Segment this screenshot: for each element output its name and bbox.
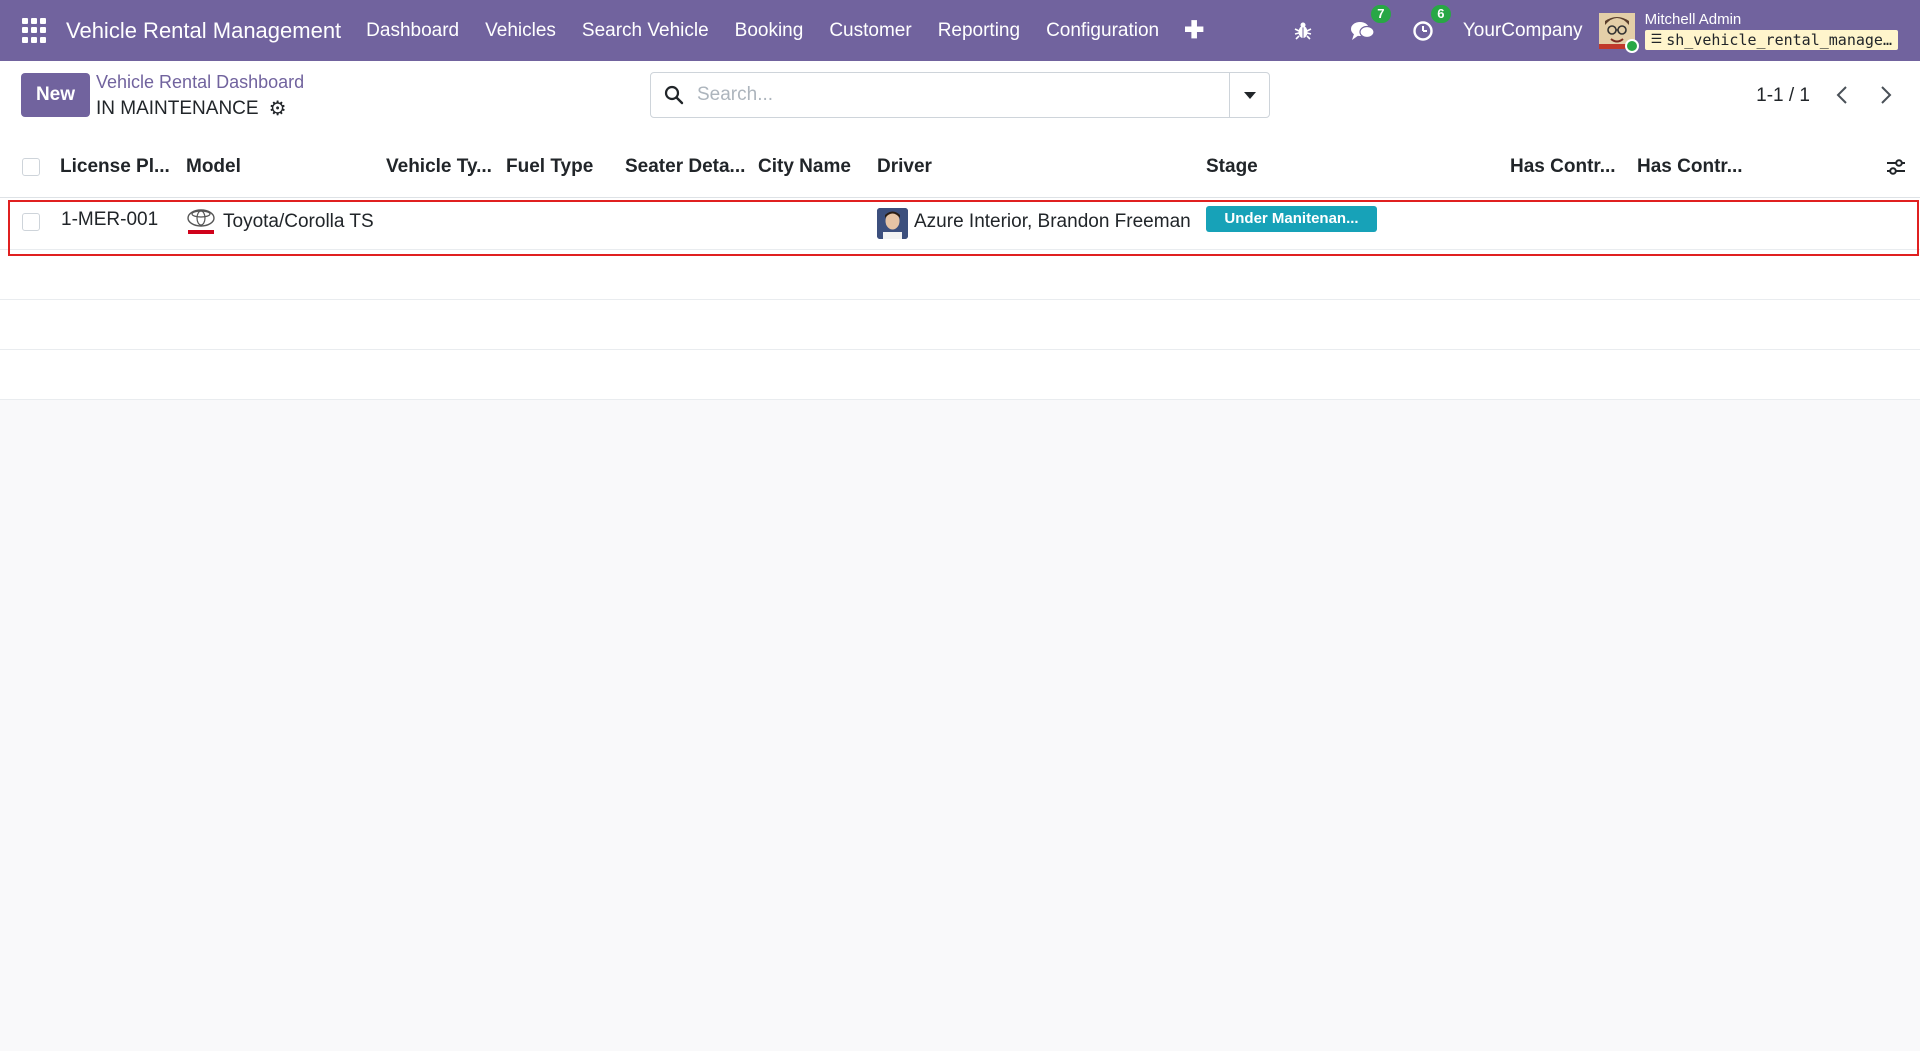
user-menu[interactable]: Mitchell Admin ☰ sh_vehicle_rental_manag…: [1644, 10, 1898, 50]
apps-menu-icon[interactable]: [22, 17, 48, 44]
new-button[interactable]: New: [21, 73, 90, 117]
empty-row: [0, 350, 1920, 400]
column-header-license-plate[interactable]: License Pl...: [60, 156, 172, 178]
column-header-driver[interactable]: Driver: [877, 156, 1057, 178]
column-header-model[interactable]: Model: [186, 156, 366, 178]
breadcrumb-current: IN MAINTENANCE ⚙: [96, 96, 287, 121]
column-header-city-name[interactable]: City Name: [758, 156, 868, 178]
breadcrumb-parent[interactable]: Vehicle Rental Dashboard: [96, 72, 304, 93]
database-name: sh_vehicle_rental_manage…: [1666, 30, 1892, 49]
database-tag: ☰ sh_vehicle_rental_manage…: [1644, 29, 1898, 50]
messages-count-badge: 7: [1370, 4, 1391, 23]
messages-icon[interactable]: 7: [1349, 4, 1391, 45]
column-header-fuel-type[interactable]: Fuel Type: [506, 156, 616, 178]
company-switcher[interactable]: YourCompany: [1463, 20, 1583, 42]
user-avatar[interactable]: [1598, 12, 1639, 53]
table-row[interactable]: 1-MER-001 Toyota/Corolla TS Azure Interi…: [0, 198, 1920, 250]
driver-avatar: [877, 208, 908, 239]
column-header-has-contract-2[interactable]: Has Contr...: [1637, 156, 1749, 178]
app-title[interactable]: Vehicle Rental Management: [66, 18, 341, 44]
search-input[interactable]: [697, 75, 1229, 115]
menu-item-vehicles[interactable]: Vehicles: [472, 20, 569, 42]
gear-icon[interactable]: ⚙: [269, 96, 287, 121]
menu-item-customer[interactable]: Customer: [816, 20, 924, 42]
column-header-vehicle-type[interactable]: Vehicle Ty...: [386, 156, 496, 178]
menu-item-reporting[interactable]: Reporting: [925, 20, 1033, 42]
activities-count-badge: 6: [1430, 4, 1451, 23]
search-options-toggle[interactable]: [1229, 73, 1269, 117]
plus-icon[interactable]: ✚: [1172, 16, 1216, 45]
search-bar: [650, 72, 1270, 118]
row-checkbox[interactable]: [22, 213, 40, 231]
vehicle-list: License Pl... Model Vehicle Ty... Fuel T…: [0, 137, 1920, 400]
empty-row: [0, 250, 1920, 300]
select-all-checkbox[interactable]: [22, 158, 40, 176]
table-header: License Pl... Model Vehicle Ty... Fuel T…: [0, 137, 1920, 198]
menu-item-search-vehicle[interactable]: Search Vehicle: [569, 20, 722, 42]
menu-item-dashboard[interactable]: Dashboard: [353, 20, 472, 42]
toyota-logo-icon: [186, 208, 216, 236]
menu-item-booking[interactable]: Booking: [722, 20, 817, 42]
online-status-icon: [1624, 38, 1639, 53]
cell-driver[interactable]: Azure Interior, Brandon Freeman: [914, 211, 1191, 233]
control-panel: New Vehicle Rental Dashboard IN MAINTENA…: [0, 61, 1920, 137]
column-header-has-contract-1[interactable]: Has Contr...: [1510, 156, 1622, 178]
search-icon: [651, 73, 697, 117]
column-header-seater-details[interactable]: Seater Deta...: [625, 156, 751, 178]
empty-row: [0, 300, 1920, 350]
main-menu: Dashboard Vehicles Search Vehicle Bookin…: [353, 16, 1216, 45]
bug-icon[interactable]: [1289, 17, 1317, 45]
caret-down-icon: [1243, 91, 1256, 99]
column-header-stage[interactable]: Stage: [1206, 156, 1406, 178]
pager-value[interactable]: 1-1 / 1: [1756, 85, 1810, 107]
stage-badge[interactable]: Under Manitenan...: [1206, 206, 1377, 232]
chevron-right-icon[interactable]: [1874, 81, 1898, 109]
page-title: IN MAINTENANCE: [96, 97, 259, 119]
navbar-systray: 7 6 YourCompany Mitchell Admin ☰ sh_vehi…: [1273, 0, 1898, 61]
activities-clock-icon[interactable]: 6: [1409, 4, 1451, 45]
menu-item-configuration[interactable]: Configuration: [1033, 20, 1172, 42]
top-navbar: Vehicle Rental Management Dashboard Vehi…: [0, 0, 1920, 61]
cell-license-plate[interactable]: 1-MER-001: [61, 209, 158, 231]
chevron-left-icon[interactable]: [1830, 81, 1854, 109]
database-icon: ☰: [1650, 32, 1663, 47]
optional-columns-sliders-icon[interactable]: [1884, 155, 1908, 179]
cell-model[interactable]: Toyota/Corolla TS: [223, 211, 374, 233]
user-name: Mitchell Admin: [1644, 10, 1742, 28]
